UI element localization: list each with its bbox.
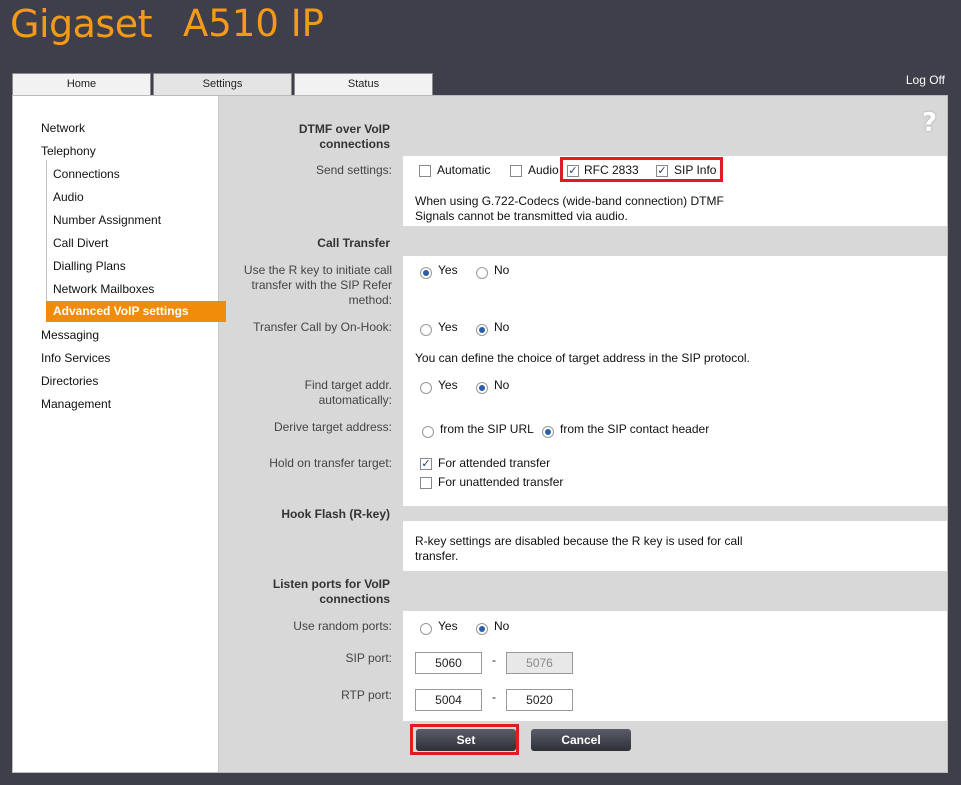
sidebar-item-advanced-voip[interactable]: Advanced VoIP settings [46,301,226,322]
random-no-label: No [494,619,510,633]
sidebar-item-audio[interactable]: Audio [53,190,84,204]
automatic-checkbox[interactable] [419,165,431,177]
rtp-port-label: RTP port: [341,688,392,702]
sip-info-label: SIP Info [674,163,717,177]
gigaset-logo: Gigaset [10,2,153,46]
find-no-radio[interactable] [476,382,488,394]
set-button[interactable]: Set [416,729,516,751]
rkey-label: Use the R key to initiate call transfer w… [243,263,392,307]
from-url-radio[interactable] [422,426,434,438]
sip-info-checkbox[interactable]: ✓ [656,165,668,177]
log-off-link[interactable]: Log Off [906,73,945,87]
content-area: ? DTMF over VoIP connections Send setting… [220,96,947,772]
listen-ports-title: Listen ports for VoIP connections [272,577,390,606]
automatic-label: Automatic [437,163,491,177]
sip-port-to-input[interactable]: 5076 [506,652,573,674]
send-settings-label: Send settings: [315,163,392,177]
rkey-no-radio[interactable] [476,267,488,279]
dtmf-note: When using G.722-Codecs (wide-band conne… [415,194,724,223]
audio-checkbox[interactable] [510,165,522,177]
rfc2833-label: RFC 2833 [584,163,639,177]
sip-port-label: SIP port: [345,651,392,665]
call-transfer-title: Call Transfer [317,236,390,250]
sidebar-item-telephony[interactable]: Telephony [41,144,96,158]
find-no-label: No [494,378,510,392]
random-no-radio[interactable] [476,623,488,635]
rtp-port-dash: - [492,690,496,704]
sidebar-item-dialling-plans[interactable]: Dialling Plans [53,259,126,273]
rfc2833-checkbox[interactable]: ✓ [567,165,579,177]
cancel-button[interactable]: Cancel [531,729,631,751]
target-note: You can define the choice of target addr… [415,351,750,365]
hold-label: Hold on transfer target: [269,456,392,470]
tab-settings[interactable]: Settings [153,73,292,97]
random-yes-radio[interactable] [420,623,432,635]
sidebar-item-management[interactable]: Management [41,397,111,411]
from-contact-label: from the SIP contact header [560,422,710,436]
rkey-yes-radio[interactable] [420,267,432,279]
sidebar-item-number-assignment[interactable]: Number Assignment [53,213,161,227]
model-title: A510 IP [183,2,324,45]
find-yes-label: Yes [438,378,458,392]
unattended-label: For unattended transfer [438,475,564,489]
from-contact-radio[interactable] [542,426,554,438]
random-yes-label: Yes [438,619,458,633]
dtmf-title: DTMF over VoIP connections [298,122,390,151]
find-yes-radio[interactable] [420,382,432,394]
sidebar-item-info-services[interactable]: Info Services [41,351,110,365]
onhook-yes-radio[interactable] [420,324,432,336]
rkey-yes-label: Yes [438,263,458,277]
attended-label: For attended transfer [438,456,551,470]
random-ports-label: Use random ports: [293,619,392,633]
rtp-port-to-input[interactable]: 5020 [506,689,573,711]
unattended-checkbox[interactable] [420,477,432,489]
sidebar-item-messaging[interactable]: Messaging [41,328,99,342]
attended-checkbox[interactable]: ✓ [420,458,432,470]
tab-home[interactable]: Home [12,73,151,95]
sidebar-item-network-mailboxes[interactable]: Network Mailboxes [53,282,154,296]
from-url-label: from the SIP URL [440,422,534,436]
sidebar-item-network[interactable]: Network [41,121,85,135]
sidebar-item-call-divert[interactable]: Call Divert [53,236,108,250]
onhook-label: Transfer Call by On-Hook: [253,320,392,334]
sidebar: Network Telephony Connections Audio Numb… [13,96,226,772]
main-panel: Network Telephony Connections Audio Numb… [12,95,948,773]
audio-label: Audio [528,163,559,177]
tab-status[interactable]: Status [294,73,433,95]
hook-flash-title: Hook Flash (R-key) [281,507,390,521]
find-target-label: Find target addr. automatically: [304,378,392,407]
onhook-no-label: No [494,320,510,334]
sidebar-item-connections[interactable]: Connections [53,167,120,181]
derive-label: Derive target address: [273,420,392,434]
help-icon[interactable]: ? [922,108,937,138]
rkey-no-label: No [494,263,510,277]
sidebar-item-directories[interactable]: Directories [41,374,98,388]
onhook-yes-label: Yes [438,320,458,334]
sidebar-subline [46,160,47,320]
onhook-no-radio[interactable] [476,324,488,336]
rtp-port-from-input[interactable]: 5004 [415,689,482,711]
sip-port-from-input[interactable]: 5060 [415,652,482,674]
sip-port-dash: - [492,653,496,667]
hook-flash-note: R-key settings are disabled because the … [415,534,743,563]
